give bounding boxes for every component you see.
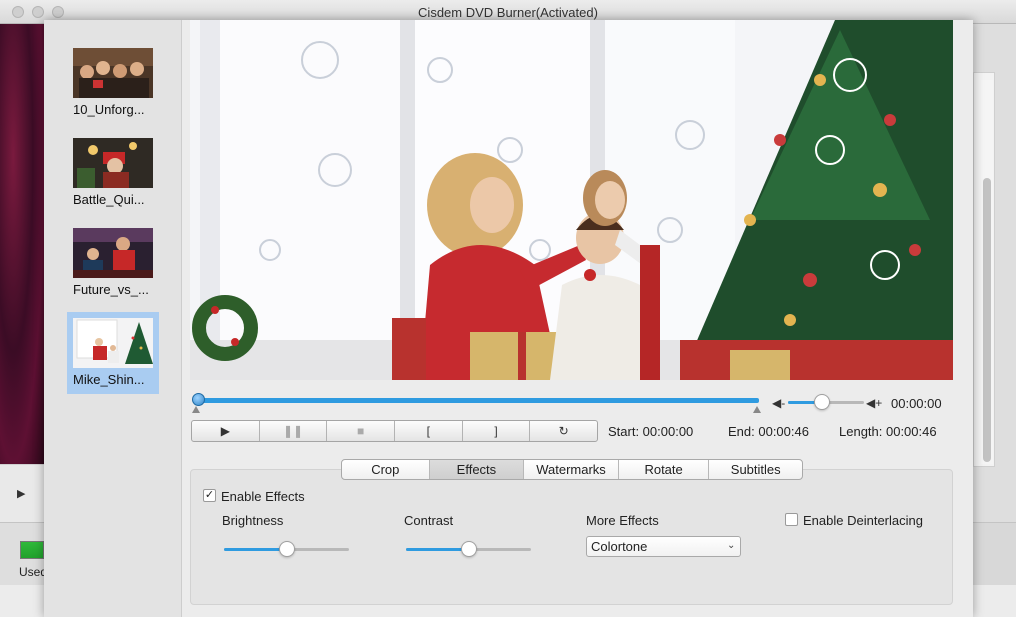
play-button[interactable]: ▶	[192, 421, 260, 441]
transport-controls: ▶ ❚❚ ■ [] ↻	[191, 420, 598, 442]
used-label: Used	[19, 565, 48, 579]
contrast-label: Contrast	[404, 513, 454, 528]
contrast-slider-fill	[406, 548, 469, 551]
window-title: Cisdem DVD Burner(Activated)	[418, 5, 598, 20]
file-name: 10_Unforg...	[73, 102, 145, 117]
tab-watermarks[interactable]: Watermarks	[524, 460, 619, 479]
video-thumbnail	[73, 138, 153, 188]
mark-in-icon: [	[426, 424, 431, 438]
disc-usage-meter	[20, 541, 44, 559]
stop-icon: ■	[357, 424, 365, 438]
mark-out-button[interactable]: ]	[463, 421, 531, 441]
length-label: Length: 00:00:46	[839, 424, 937, 439]
enable-effects-checkbox[interactable]: ✓	[203, 489, 216, 502]
brightness-slider-knob[interactable]	[279, 541, 295, 557]
background-play-icon[interactable]: ▶	[17, 487, 25, 500]
background-scrollbar-thumb[interactable]	[983, 178, 991, 462]
stop-button[interactable]: ■	[327, 421, 396, 441]
brightness-label: Brightness	[222, 513, 284, 528]
pause-button[interactable]: ❚❚	[260, 421, 328, 441]
chevron-down-icon: ⌄	[727, 540, 736, 551]
tab-effects[interactable]: Effects	[429, 460, 525, 479]
background-lower-right	[973, 522, 1016, 585]
file-list: 10_Unforg... Battle_Qui... Future_vs_...…	[44, 20, 182, 617]
enable-effects-label: Enable Effects	[221, 489, 305, 504]
start-time-label: Start: 00:00:00	[608, 424, 694, 439]
edit-sheet: 10_Unforg... Battle_Qui... Future_vs_...…	[44, 20, 973, 617]
reset-button[interactable]: ↻	[530, 421, 597, 441]
file-item[interactable]: 10_Unforg...	[67, 42, 159, 124]
background-preview	[0, 24, 44, 464]
video-thumbnail	[73, 48, 153, 98]
current-time: 00:00:00	[891, 396, 942, 411]
timeline-playhead[interactable]	[192, 393, 205, 406]
tab-rotate[interactable]: Rotate	[619, 460, 710, 479]
reset-icon: ↻	[558, 424, 569, 438]
mark-in-button[interactable]: [	[395, 421, 463, 441]
file-name: Mike_Shin...	[73, 372, 145, 387]
volume-knob[interactable]	[814, 394, 830, 410]
file-item[interactable]: Future_vs_...	[67, 222, 159, 304]
video-thumbnail	[73, 318, 153, 368]
start-marker-icon[interactable]	[192, 406, 200, 413]
enable-deinterlacing-checkbox[interactable]	[785, 513, 798, 526]
more-effects-label: More Effects	[586, 513, 659, 528]
brightness-slider-fill	[224, 548, 287, 551]
more-effects-select[interactable]: Colortone	[586, 536, 741, 557]
tab-crop[interactable]: Crop	[342, 460, 430, 479]
file-item[interactable]: Battle_Qui...	[67, 132, 159, 214]
volume-up-icon[interactable]: ◀+	[866, 396, 882, 410]
enable-deinterlacing-label: Enable Deinterlacing	[803, 513, 923, 528]
tab-subtitles[interactable]: Subtitles	[709, 460, 802, 479]
pause-icon: ❚❚	[282, 424, 304, 438]
file-item[interactable]: Mike_Shin...	[67, 312, 159, 394]
volume-down-icon[interactable]: ◀-	[772, 396, 785, 410]
video-preview	[190, 20, 953, 380]
file-name: Battle_Qui...	[73, 192, 145, 207]
play-icon: ▶	[220, 424, 230, 438]
end-time-label: End: 00:00:46	[728, 424, 809, 439]
video-thumbnail	[73, 228, 153, 278]
timeline-track[interactable]	[198, 398, 759, 403]
edit-tabs: Crop Effects Watermarks Rotate Subtitles	[341, 459, 803, 480]
mark-out-icon: ]	[494, 424, 498, 438]
contrast-slider-knob[interactable]	[461, 541, 477, 557]
end-marker-icon[interactable]	[753, 406, 761, 413]
file-name: Future_vs_...	[73, 282, 149, 297]
